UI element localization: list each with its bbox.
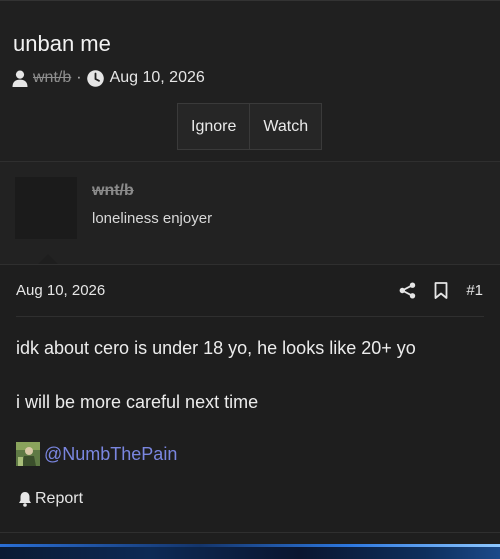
mention-row: @NumbThePain — [16, 442, 177, 466]
mention-link[interactable]: @NumbThePain — [44, 444, 177, 465]
report-button[interactable]: Report — [18, 490, 83, 508]
post-body: idk about cero is under 18 yo, he looks … — [16, 337, 416, 414]
post-text-line: idk about cero is under 18 yo, he looks … — [16, 338, 416, 358]
thread-date[interactable]: Aug 10, 2026 — [110, 69, 205, 87]
avatar-pointer — [38, 254, 58, 264]
post-date[interactable]: Aug 10, 2026 — [16, 282, 105, 299]
footer-banner-accent — [0, 544, 500, 547]
post-text-line: i will be more careful next time — [16, 392, 259, 412]
divider — [0, 264, 500, 265]
share-icon[interactable] — [398, 281, 416, 299]
clock-icon — [86, 69, 104, 87]
post-username[interactable]: wnt/b — [92, 182, 134, 200]
post-actions: #1 — [398, 281, 483, 299]
user-title: loneliness enjoyer — [92, 210, 213, 227]
bell-icon — [18, 491, 32, 507]
post-number-link[interactable]: #1 — [466, 282, 483, 299]
meta-separator: · — [76, 69, 82, 86]
divider — [0, 532, 500, 533]
divider — [16, 316, 484, 317]
thread-header: unban me wnt/b · Aug 10, 2026 Ignore Wat… — [0, 0, 500, 161]
thread-author-link[interactable]: wnt/b — [33, 69, 71, 87]
mention-avatar — [16, 442, 40, 466]
thread-title: unban me — [13, 31, 111, 56]
ignore-button[interactable]: Ignore — [178, 104, 249, 149]
bookmark-icon[interactable] — [432, 281, 450, 299]
user-icon — [12, 70, 28, 87]
avatar[interactable] — [15, 177, 77, 239]
report-label: Report — [35, 490, 84, 507]
post-user-block: wnt/b loneliness enjoyer — [0, 162, 500, 264]
thread-action-buttons: Ignore Watch — [177, 103, 323, 150]
thread-meta: wnt/b · Aug 10, 2026 — [12, 67, 205, 89]
watch-button[interactable]: Watch — [249, 104, 321, 149]
